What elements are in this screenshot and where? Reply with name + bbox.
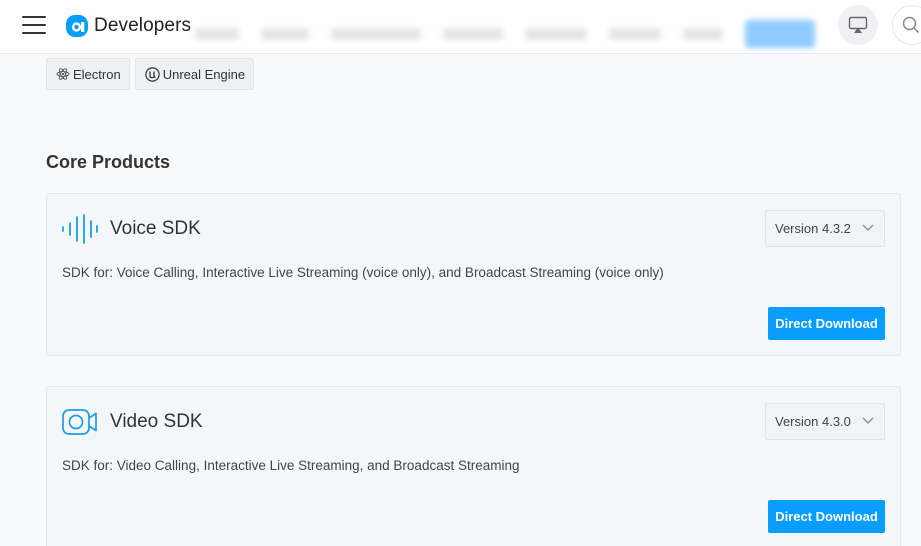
- electron-icon: [56, 68, 70, 80]
- chevron-down-icon: [862, 224, 874, 231]
- product-title: Video SDK: [110, 411, 203, 432]
- version-select[interactable]: Version 4.3.0: [765, 403, 885, 440]
- version-value: Version 4.3.0: [775, 414, 851, 429]
- chevron-down-icon: [862, 417, 874, 424]
- blurred-navigation: [195, 20, 837, 48]
- card-header: Video SDK: [61, 405, 203, 439]
- chip-unreal-engine[interactable]: Unreal Engine: [134, 58, 255, 90]
- version-value: Version 4.3.2: [775, 221, 851, 236]
- unreal-engine-icon: [145, 66, 160, 82]
- product-description: SDK for: Video Calling, Interactive Live…: [62, 458, 520, 473]
- product-description: SDK for: Voice Calling, Interactive Live…: [62, 265, 664, 280]
- product-card-video-sdk: Video SDK Version 4.3.0 SDK for: Video C…: [46, 386, 901, 546]
- menu-icon[interactable]: [22, 15, 46, 35]
- search-icon: [902, 16, 920, 34]
- product-card-voice-sdk: Voice SDK Version 4.3.2 SDK for: Voice C…: [46, 193, 901, 356]
- direct-download-button[interactable]: Direct Download: [768, 500, 885, 533]
- platform-chip-list: Electron Unreal Engine: [46, 58, 259, 90]
- chip-electron[interactable]: Electron: [46, 58, 130, 90]
- chip-label: Electron: [73, 66, 121, 82]
- video-camera-icon: [62, 409, 97, 435]
- product-title: Voice SDK: [110, 218, 201, 239]
- direct-download-button[interactable]: Direct Download: [768, 307, 885, 340]
- agora-logo-icon: [66, 15, 88, 37]
- chip-label: Unreal Engine: [162, 66, 246, 82]
- screen-cast-button[interactable]: [838, 5, 878, 45]
- search-button[interactable]: [892, 5, 921, 45]
- section-title: Core Products: [46, 152, 171, 172]
- top-header: Developers: [0, 0, 921, 54]
- developers-logo[interactable]: Developers: [66, 12, 191, 40]
- logo-text: Developers: [94, 15, 192, 36]
- version-select[interactable]: Version 4.3.2: [765, 210, 885, 247]
- card-header: Voice SDK: [61, 212, 201, 246]
- voice-wave-icon: [62, 214, 98, 244]
- cast-icon: [848, 16, 868, 33]
